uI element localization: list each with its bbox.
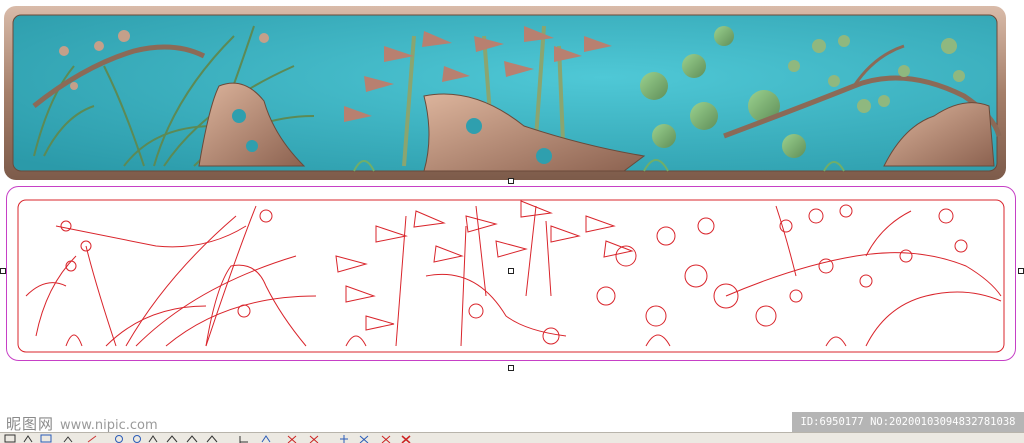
- watermark-brand: 昵图网: [6, 415, 55, 433]
- vector-line-art-panel[interactable]: [6, 186, 1016, 366]
- watermark: 昵图网 www.nipic.com: [6, 413, 158, 434]
- relief-carving-panel[interactable]: [4, 6, 1006, 180]
- vector-outlines: [25, 200, 1002, 347]
- selection-handle-bottom-center[interactable]: [508, 178, 514, 184]
- watermark-url: www.nipic.com: [60, 418, 158, 433]
- selection-handle-right[interactable]: [1018, 268, 1024, 274]
- image-id-banner: ID:6950177 NO:20200103094832781038: [792, 412, 1024, 432]
- bottom-toolbar: [0, 432, 1024, 443]
- design-canvas[interactable]: 昵图网 www.nipic.com ID:6950177 NO:202001030…: [0, 0, 1024, 433]
